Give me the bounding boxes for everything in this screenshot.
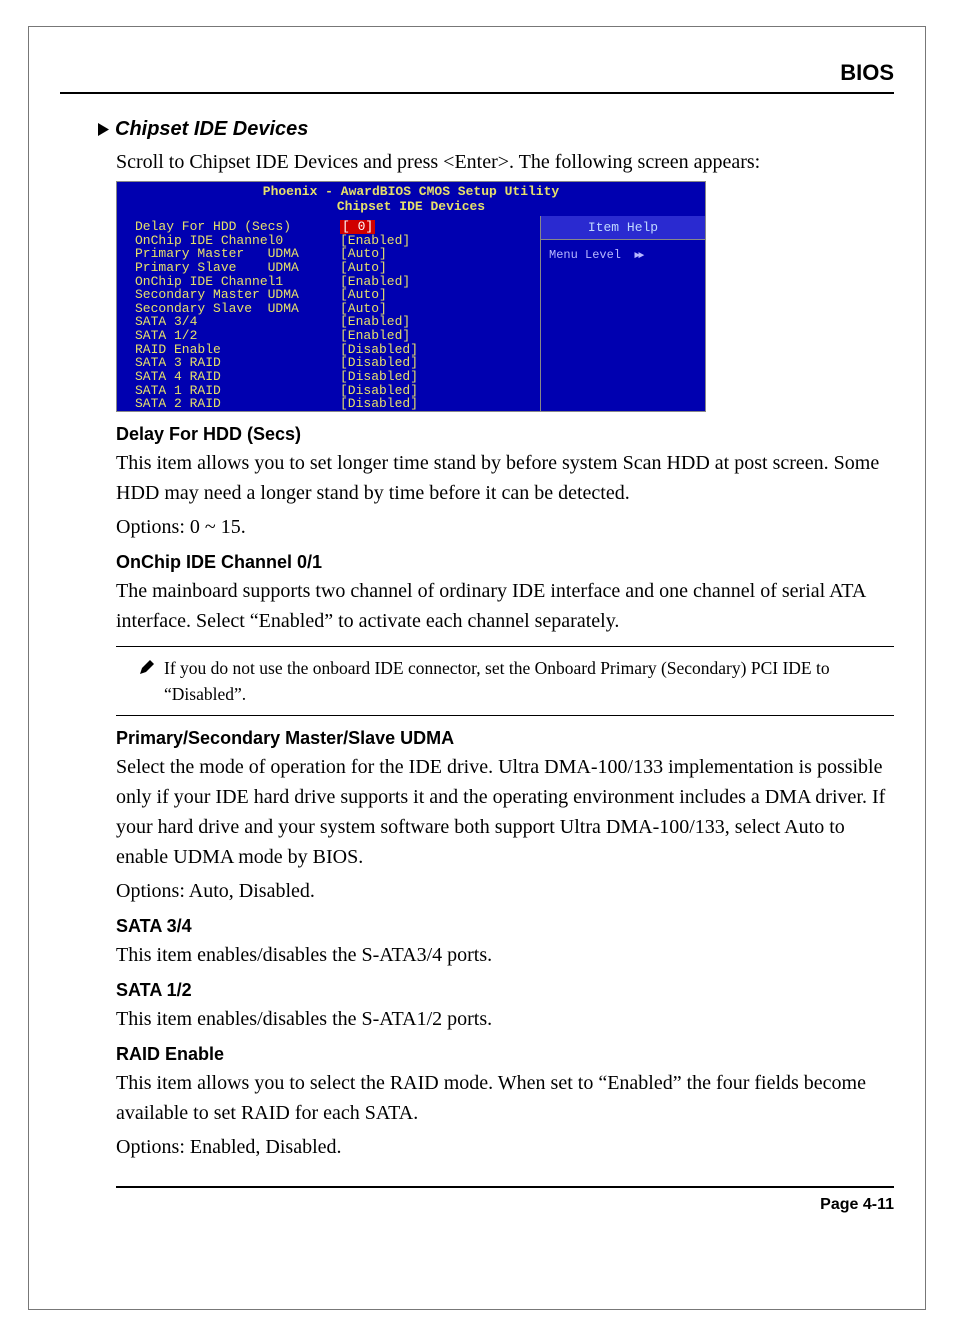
subheading-onchip: OnChip IDE Channel 0/1 bbox=[116, 552, 894, 573]
bios-row: RAID Enable[Disabled] bbox=[135, 343, 532, 357]
arrow-right-icon: ►► bbox=[634, 251, 642, 262]
bios-row: SATA 1/2[Enabled] bbox=[135, 329, 532, 343]
bios-row: SATA 3/4[Enabled] bbox=[135, 315, 532, 329]
options-raid: Options: Enabled, Disabled. bbox=[116, 1132, 894, 1162]
bios-value-highlight: [ 0] bbox=[340, 220, 375, 234]
bios-row: OnChip IDE Channel0[Enabled] bbox=[135, 234, 532, 248]
note-text: If you do not use the onboard IDE connec… bbox=[164, 655, 894, 708]
bios-row: OnChip IDE Channel1[Enabled] bbox=[135, 275, 532, 289]
page-number: Page 4-11 bbox=[820, 1196, 894, 1213]
bios-row: SATA 4 RAID[Disabled] bbox=[135, 370, 532, 384]
subheading-raid: RAID Enable bbox=[116, 1044, 894, 1065]
section-heading-text: Chipset IDE Devices bbox=[115, 118, 308, 141]
body-onchip: The mainboard supports two channel of or… bbox=[116, 576, 894, 636]
triangle-right-icon bbox=[98, 123, 109, 136]
bios-title: Phoenix - AwardBIOS CMOS Setup Utility C… bbox=[116, 181, 706, 216]
body-sata12: This item enables/disables the S-ATA1/2 … bbox=[116, 1004, 894, 1034]
bios-help-header: Item Help bbox=[541, 216, 705, 240]
main-content: Chipset IDE Devices Scroll to Chipset ID… bbox=[116, 118, 894, 1214]
bios-help-panel: Item Help Menu Level ►► bbox=[540, 216, 705, 411]
body-raid: This item allows you to select the RAID … bbox=[116, 1068, 894, 1128]
bios-menu-level-label: Menu Level bbox=[549, 248, 621, 262]
bios-row: SATA 1 RAID[Disabled] bbox=[135, 384, 532, 398]
bios-row: SATA 3 RAID[Disabled] bbox=[135, 356, 532, 370]
section-intro: Scroll to Chipset IDE Devices and press … bbox=[116, 147, 894, 177]
body-sata34: This item enables/disables the S-ATA3/4 … bbox=[116, 940, 894, 970]
bios-row: Primary Slave UDMA[Auto] bbox=[135, 261, 532, 275]
options-delay-hdd: Options: 0 ~ 15. bbox=[116, 512, 894, 542]
page-footer: Page 4-11 bbox=[116, 1186, 894, 1214]
bios-title-line2: Chipset IDE Devices bbox=[117, 199, 705, 214]
options-udma: Options: Auto, Disabled. bbox=[116, 876, 894, 906]
body-delay-hdd: This item allows you to set longer time … bbox=[116, 448, 894, 508]
note-block: If you do not use the onboard IDE connec… bbox=[116, 646, 894, 717]
pencil-icon bbox=[138, 658, 156, 708]
subheading-sata12: SATA 1/2 bbox=[116, 980, 894, 1001]
subheading-udma: Primary/Secondary Master/Slave UDMA bbox=[116, 728, 894, 749]
page-header: BIOS bbox=[60, 60, 894, 94]
bios-help-body: Menu Level ►► bbox=[541, 240, 705, 270]
section-heading: Chipset IDE Devices bbox=[98, 118, 894, 141]
bios-row: Secondary Master UDMA[Auto] bbox=[135, 288, 532, 302]
bios-row: SATA 2 RAID[Disabled] bbox=[135, 397, 532, 411]
bios-screenshot: Phoenix - AwardBIOS CMOS Setup Utility C… bbox=[116, 181, 706, 412]
subheading-delay-hdd: Delay For HDD (Secs) bbox=[116, 424, 894, 445]
bios-row: Primary Master UDMA[Auto] bbox=[135, 247, 532, 261]
header-title: BIOS bbox=[840, 60, 894, 85]
bios-settings-panel: Delay For HDD (Secs)[ 0] OnChip IDE Chan… bbox=[117, 216, 540, 411]
bios-row: Secondary Slave UDMA[Auto] bbox=[135, 302, 532, 316]
body-udma: Select the mode of operation for the IDE… bbox=[116, 752, 894, 872]
bios-title-line1: Phoenix - AwardBIOS CMOS Setup Utility bbox=[117, 184, 705, 199]
subheading-sata34: SATA 3/4 bbox=[116, 916, 894, 937]
bios-row: Delay For HDD (Secs)[ 0] bbox=[135, 220, 532, 234]
